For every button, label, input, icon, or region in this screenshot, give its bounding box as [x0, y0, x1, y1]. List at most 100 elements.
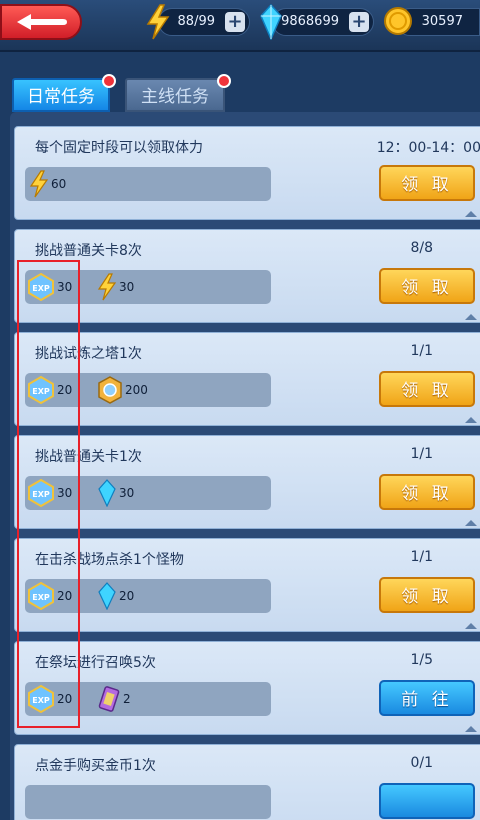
svg-text:EXP: EXP — [32, 593, 50, 602]
task-progress: 1/1 — [410, 549, 433, 565]
task-title: 在祭坛进行召唤5次 — [35, 655, 156, 671]
task-title: 在击杀战场点杀1个怪物 — [35, 552, 184, 568]
exp-icon: EXP — [28, 376, 54, 404]
reward-item: EXP 30 — [27, 273, 72, 301]
task-card: 在祭坛进行召唤5次 1/5 EXP 20 2 前 往 — [14, 641, 480, 735]
exp-icon: EXP — [28, 479, 54, 507]
claim-button[interactable]: 领 取 — [379, 371, 475, 407]
task-title: 挑战普通关卡8次 — [35, 243, 142, 259]
reward-item: EXP 30 — [27, 479, 72, 507]
summon-card-icon — [98, 686, 120, 712]
corner-marker — [465, 417, 477, 423]
add-stamina-button[interactable]: + — [225, 12, 245, 32]
task-progress: 1/1 — [410, 446, 433, 462]
tab-main-label: 主线任务 — [141, 87, 209, 107]
diamond-icon — [260, 4, 282, 40]
reward-item: 2 — [97, 685, 131, 713]
reward-item: EXP 20 — [27, 376, 72, 404]
claim-button[interactable]: 领 取 — [379, 268, 475, 304]
back-arrow-icon — [17, 14, 67, 30]
svg-text:EXP: EXP — [32, 284, 50, 293]
stamina-counter: 88/99 + — [146, 4, 250, 40]
task-title: 挑战普通关卡1次 — [35, 449, 142, 465]
reward-bar: EXP 20 200 — [25, 373, 271, 407]
reward-bar: EXP 30 30 — [25, 270, 271, 304]
back-button[interactable] — [0, 4, 82, 40]
reward-bar — [25, 785, 271, 819]
medal-icon — [98, 376, 122, 404]
reward-amount: 20 — [57, 383, 73, 397]
coin-value: 30597 — [421, 14, 463, 29]
reward-item: 30 — [97, 273, 134, 301]
task-card: 挑战普通关卡1次 1/1 EXP 30 30 领 取 — [14, 435, 480, 529]
stamina-value: 88/99 — [177, 14, 215, 29]
diamond-icon — [98, 582, 116, 610]
task-card: 挑战试炼之塔1次 1/1 EXP 20 200 领 取 — [14, 332, 480, 426]
task-title: 挑战试炼之塔1次 — [35, 346, 142, 362]
coin-icon — [384, 7, 412, 35]
reward-amount: 30 — [119, 280, 135, 294]
task-card: 在击杀战场点杀1个怪物 1/1 EXP 20 20 领 取 — [14, 538, 480, 632]
exp-icon: EXP — [28, 273, 54, 301]
reward-amount: 60 — [51, 177, 67, 191]
svg-text:EXP: EXP — [32, 696, 50, 705]
tab-main-tasks[interactable]: 主线任务 — [125, 74, 231, 112]
corner-marker — [465, 623, 477, 629]
reward-item: 200 — [97, 376, 148, 404]
reward-amount: 20 — [119, 589, 135, 603]
add-gems-button[interactable]: + — [349, 12, 369, 32]
reward-amount: 200 — [125, 383, 148, 397]
go-button[interactable] — [379, 783, 475, 819]
task-progress: 1/5 — [410, 652, 433, 668]
coin-counter: 30597 — [384, 7, 480, 36]
reward-amount: 2 — [123, 692, 131, 706]
reward-bar: EXP 20 2 — [25, 682, 271, 716]
reward-item: EXP 20 — [27, 582, 72, 610]
lightning-icon — [146, 4, 170, 40]
gem-value: 9868699 — [281, 14, 339, 29]
reward-amount: 30 — [57, 280, 73, 294]
tab-daily-tasks[interactable]: 日常任务 — [12, 74, 116, 112]
task-card: 挑战普通关卡8次 8/8 EXP 30 30 领 取 — [14, 229, 480, 323]
reward-bar: EXP 20 20 — [25, 579, 271, 613]
tab-daily-label: 日常任务 — [27, 87, 95, 107]
reward-amount: 20 — [57, 589, 73, 603]
task-card: 点金手购买金币1次 0/1 — [14, 744, 480, 820]
notification-dot — [102, 74, 116, 88]
reward-bar: 60 — [25, 167, 271, 201]
lightning-icon — [29, 170, 49, 198]
corner-marker — [465, 314, 477, 320]
reward-item: 30 — [97, 479, 134, 507]
task-progress: 1/1 — [410, 343, 433, 359]
claim-button[interactable]: 领 取 — [379, 165, 475, 201]
claim-button[interactable]: 领 取 — [379, 474, 475, 510]
svg-text:EXP: EXP — [32, 387, 50, 396]
reward-amount: 20 — [57, 692, 73, 706]
svg-text:EXP: EXP — [32, 490, 50, 499]
exp-icon: EXP — [28, 582, 54, 610]
reward-item: EXP 20 — [27, 685, 72, 713]
task-progress: 8/8 — [410, 240, 433, 256]
task-progress: 12：00-14：00 — [376, 140, 480, 156]
corner-marker — [465, 726, 477, 732]
claim-button[interactable]: 领 取 — [379, 577, 475, 613]
lightning-icon — [97, 273, 117, 301]
reward-amount: 30 — [57, 486, 73, 500]
reward-amount: 30 — [119, 486, 135, 500]
reward-item: 20 — [97, 582, 134, 610]
exp-icon: EXP — [28, 685, 54, 713]
go-button[interactable]: 前 往 — [379, 680, 475, 716]
corner-marker — [465, 520, 477, 526]
diamond-icon — [98, 479, 116, 507]
task-progress: 0/1 — [410, 755, 433, 771]
reward-bar: EXP 30 30 — [25, 476, 271, 510]
task-list[interactable]: 每个固定时段可以领取体力 12：00-14：00 60 领 取 挑战普通关卡8次… — [10, 112, 480, 820]
notification-dot — [217, 74, 231, 88]
top-bar: 88/99 + 9868699 + 30597 — [0, 0, 480, 52]
task-card: 每个固定时段可以领取体力 12：00-14：00 60 领 取 — [14, 126, 480, 220]
reward-item: 60 — [29, 170, 66, 198]
task-title: 每个固定时段可以领取体力 — [35, 140, 203, 156]
gem-counter: 9868699 + — [260, 4, 374, 40]
task-title: 点金手购买金币1次 — [35, 758, 156, 774]
corner-marker — [465, 211, 477, 217]
